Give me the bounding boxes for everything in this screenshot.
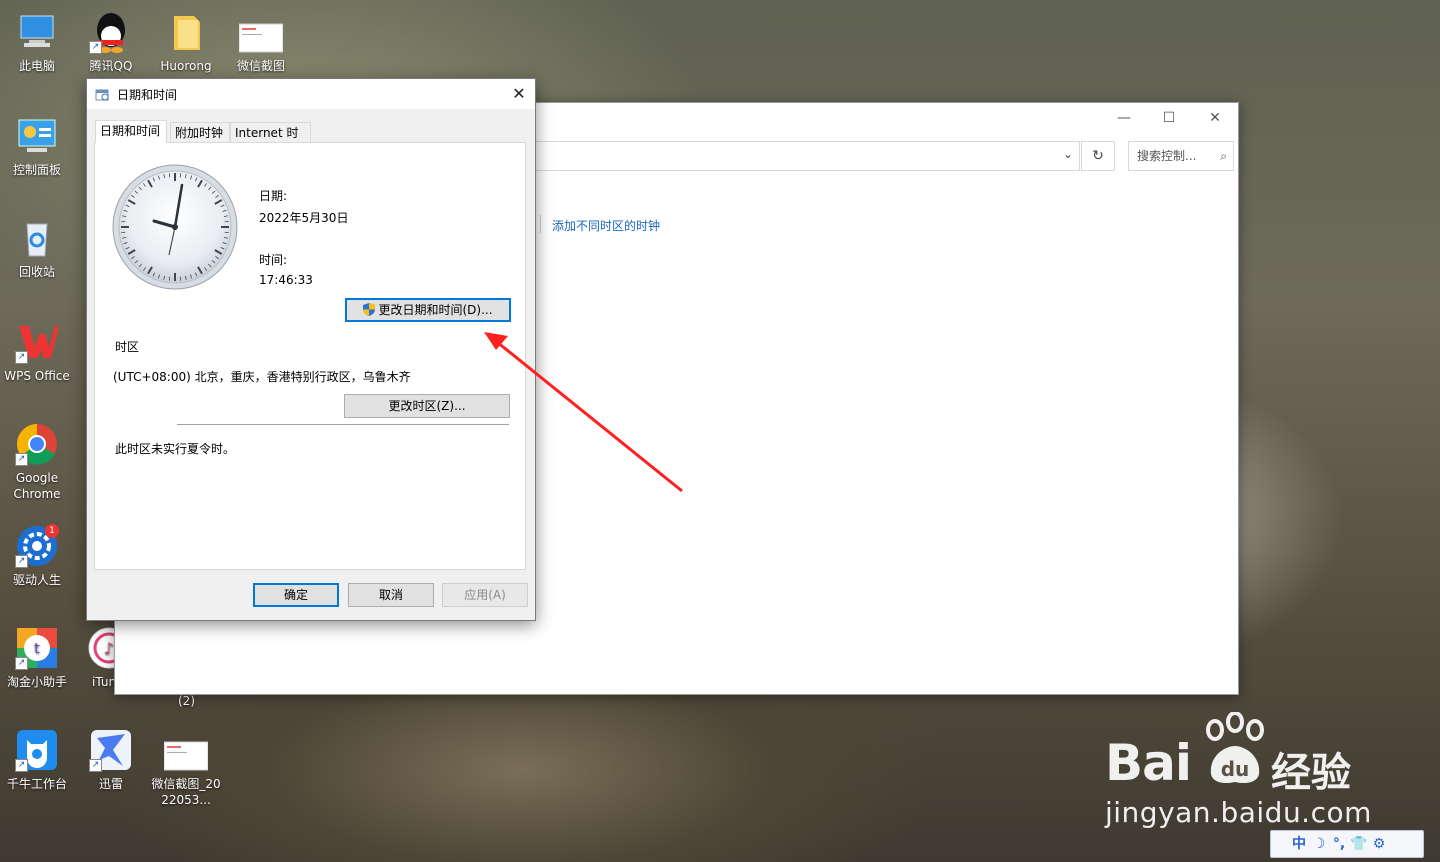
punctuation-icon[interactable]: °, bbox=[1329, 831, 1349, 857]
ime-mode-icon[interactable]: 中 bbox=[1289, 831, 1309, 857]
ime-toolbar[interactable]: 中 ☽ °, 👕 ⚙ bbox=[1270, 830, 1424, 858]
moon-icon[interactable]: ☽ bbox=[1309, 831, 1329, 857]
skin-icon[interactable]: 👕 bbox=[1349, 831, 1369, 857]
watermark-brand: Bai bbox=[1105, 734, 1192, 792]
paw-logo-icon: du bbox=[1206, 712, 1264, 784]
watermark-url: jingyan.baidu.com bbox=[1105, 796, 1372, 829]
svg-text:du: du bbox=[1221, 757, 1250, 781]
baidu-watermark: Bai du 经验 jingyan.baidu.com bbox=[1105, 712, 1405, 832]
gear-icon[interactable]: ⚙ bbox=[1369, 831, 1389, 857]
tab-date-time[interactable]: 日期和时间 bbox=[95, 120, 167, 143]
watermark-suffix: 经验 bbox=[1271, 750, 1351, 796]
